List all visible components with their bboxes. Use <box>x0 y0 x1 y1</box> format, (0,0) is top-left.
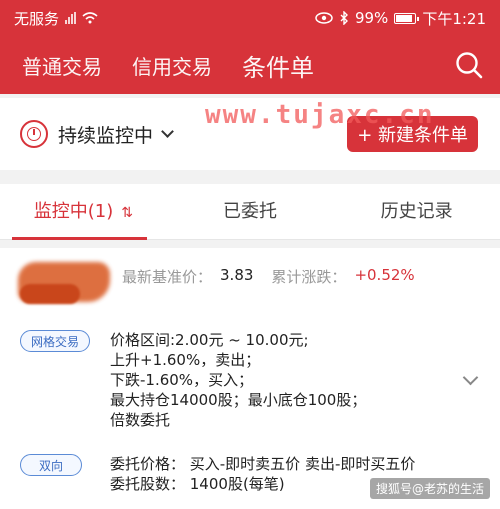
order-tabs: 监控中(1) ⇅ 已委托 历史记录 <box>0 184 500 240</box>
search-icon[interactable] <box>454 50 484 80</box>
monitor-status-bar: 持续监控中 + 新建条件单 <box>0 98 500 170</box>
grid-trade-badge: 网格交易 <box>20 330 91 352</box>
latest-base-price: 3.83 <box>220 266 254 284</box>
cum-change-label: 累计涨跌： <box>271 268 347 286</box>
tab-history-label: 历史记录 <box>380 200 453 222</box>
nav-tab-credit-trade[interactable]: 信用交易 <box>132 51 212 80</box>
battery-icon <box>394 12 420 24</box>
monitor-status-dropdown[interactable]: 持续监控中 <box>58 121 153 148</box>
wifi-icon <box>82 12 98 24</box>
source-watermark: 搜狐号@老苏的生活 <box>369 478 490 499</box>
entrust-price: 委托价格： 买入-即时卖五价 卖出-即时买五价 <box>110 455 416 473</box>
rule-lines: 价格区间:2.00元 ~ 10.00元; 上升+1.60%，卖出； 下跌-1.6… <box>110 330 366 430</box>
clock-time: 下午1:21 <box>422 9 486 28</box>
status-right: 99% 下午1:21 <box>315 8 486 29</box>
tab-entrusted[interactable]: 已委托 <box>167 184 334 240</box>
nav-tab-conditional-order[interactable]: 条件单 <box>242 48 314 83</box>
tab-history[interactable]: 历史记录 <box>333 184 500 240</box>
top-nav: 普通交易 信用交易 条件单 <box>0 36 500 94</box>
nav-tab-normal-trade[interactable]: 普通交易 <box>22 51 102 80</box>
direction-badge: 双向 <box>20 454 83 476</box>
carrier-text: 无服务 <box>14 9 60 28</box>
new-conditional-order-button[interactable]: + 新建条件单 <box>347 116 478 152</box>
clock-icon <box>20 120 48 148</box>
rule-line: 价格区间:2.00元 ~ 10.00元; <box>110 331 309 349</box>
rule-line: 上升+1.60%，卖出； <box>110 351 261 369</box>
status-bar: 无服务 99% 下午1:21 <box>0 0 500 36</box>
latest-base-price-label: 最新基准价： <box>122 268 213 286</box>
bluetooth-icon <box>340 11 348 25</box>
sort-icon[interactable]: ⇅ <box>121 205 133 221</box>
signal-icon <box>65 12 77 24</box>
rule-line: 倍数委托 <box>110 411 171 429</box>
stock-name-redacted-mark <box>20 284 80 304</box>
eye-icon <box>315 12 333 24</box>
chevron-down-icon[interactable] <box>161 124 174 138</box>
rule-line: 下跌-1.60%，买入； <box>110 371 254 389</box>
battery-percent: 99% <box>354 9 389 27</box>
tab-monitoring[interactable]: 监控中(1) ⇅ <box>0 184 167 240</box>
rule-line: 最大持仓14000股；最小底仓100股； <box>110 391 367 409</box>
order-card[interactable]: 最新基准价： 3.83 累计涨跌： +0.52% 网格交易 价格区间:2.00元… <box>0 248 500 509</box>
cum-change: +0.52% <box>354 266 415 284</box>
tab-entrusted-label: 已委托 <box>223 200 277 222</box>
tab-monitoring-label: 监控中(1) <box>33 200 114 222</box>
quote-row: 最新基准价： 3.83 累计涨跌： +0.52% <box>122 266 415 287</box>
expand-chevron-icon[interactable] <box>462 369 479 386</box>
status-left: 无服务 <box>14 8 98 29</box>
